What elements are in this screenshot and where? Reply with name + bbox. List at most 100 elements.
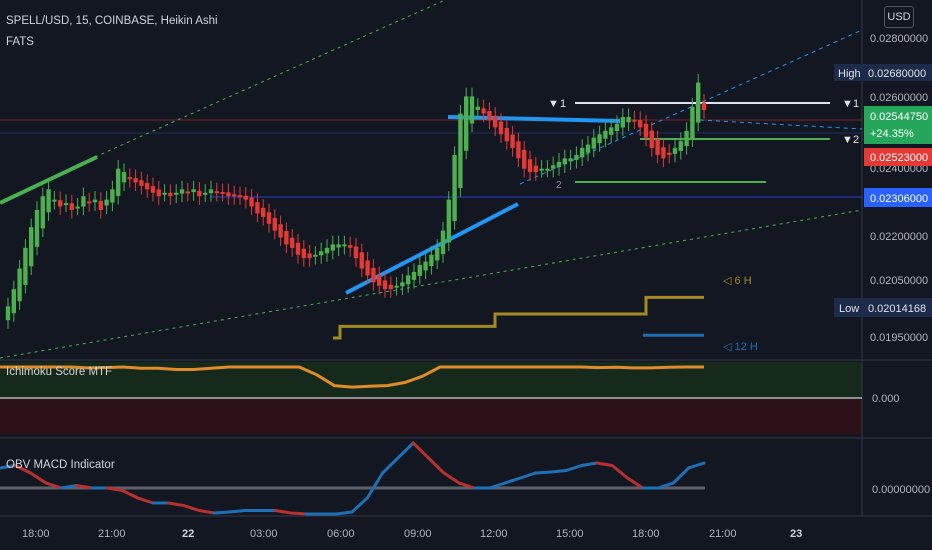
candle-body — [469, 96, 475, 124]
candle-body — [371, 267, 376, 283]
candle-body — [197, 190, 202, 197]
obv-macd-segment — [228, 509, 247, 514]
candle-body — [667, 152, 672, 155]
obv-macd-segment — [212, 510, 232, 515]
level-2-right-label: 2 — [853, 134, 859, 146]
candle-body — [150, 186, 156, 193]
candle-body — [417, 265, 422, 276]
candle-body — [510, 134, 515, 149]
candle-body — [243, 195, 248, 200]
candle-body — [406, 275, 411, 285]
price-tick: 0.02200000 — [870, 231, 928, 243]
time-tick-day: 23 — [790, 528, 802, 540]
symbol-title[interactable]: SPELL/USD, 15, COINBASE, Heikin Ashi — [6, 15, 218, 27]
ichimoku-pane-label[interactable]: Ichimoku Score MTF — [6, 366, 112, 378]
candle-body — [568, 158, 573, 162]
change-percent: +24.35% — [870, 128, 914, 140]
candle-body — [98, 200, 103, 210]
candle-body — [214, 191, 219, 194]
candle-body — [551, 165, 556, 169]
time-tick: 12:00 — [480, 528, 508, 540]
candle-body — [678, 141, 683, 151]
ichimoku-axis-value: 0.000 — [872, 393, 900, 405]
candle-body — [464, 96, 469, 151]
candle-body — [655, 139, 660, 155]
candle-body — [52, 199, 57, 202]
obv-macd-segment — [549, 469, 568, 474]
candle-body — [562, 158, 567, 165]
time-tick: 09:00 — [404, 528, 432, 540]
candle-body — [69, 203, 74, 210]
level-1-right-marker: ▼ — [842, 98, 853, 110]
candle-body — [672, 148, 678, 154]
candle-body — [481, 108, 486, 114]
candle-body — [116, 168, 121, 196]
price-tick: 0.02050000 — [870, 275, 928, 287]
obv-pane-label[interactable]: OBV MACD Indicator — [6, 459, 115, 471]
candle-body — [203, 192, 208, 195]
candle-body — [121, 172, 127, 183]
candle-body — [179, 189, 185, 194]
candle-body — [168, 192, 173, 197]
candle-body — [301, 248, 306, 259]
time-tick: 18:00 — [22, 528, 50, 540]
candle-body — [359, 252, 364, 269]
candle-body — [110, 189, 115, 203]
candle-body — [440, 230, 446, 255]
candle-body — [638, 120, 643, 128]
candle-body — [319, 251, 324, 256]
mtf-12h-text: 12 H — [735, 341, 758, 353]
candle-body — [226, 192, 231, 197]
mtf-12h-label: ◁ 12 H — [723, 341, 758, 353]
chart-canvas[interactable]: ▼ 1 ▼ 1 ▼ 2 2 ◁ 6 H ◁ 12 H 0.02800000 0.… — [0, 0, 932, 550]
candle-body — [475, 106, 480, 110]
low-value: 0.02014168 — [868, 303, 926, 315]
last-price-value: 0.02544750 — [870, 111, 928, 123]
currency-button[interactable]: USD — [884, 6, 914, 28]
candle-body — [614, 123, 620, 132]
candle-body — [313, 254, 318, 257]
candle-body — [585, 144, 591, 153]
candle-body — [661, 147, 666, 159]
candle-body — [400, 282, 405, 287]
candle-body — [174, 192, 179, 195]
candle-body — [156, 189, 161, 197]
candle-body — [556, 161, 562, 167]
candle-body — [266, 212, 272, 224]
candle-body — [382, 280, 388, 290]
candle-body — [533, 165, 538, 173]
candle-body — [643, 123, 649, 138]
candle-body — [220, 191, 225, 194]
candle-body — [411, 271, 417, 280]
candle-body — [330, 244, 335, 251]
obv-macd-segment — [335, 510, 354, 516]
candle-body — [307, 253, 312, 259]
high-label: High — [838, 68, 861, 80]
candle-body — [394, 285, 399, 288]
candle-body — [649, 130, 654, 149]
candle-body — [701, 102, 707, 111]
time-tick-day: 22 — [182, 528, 194, 540]
candle-body — [17, 268, 22, 302]
candle-body — [336, 244, 341, 248]
candle-body — [40, 196, 45, 229]
obv-macd-segment — [534, 470, 553, 475]
mtf-6h-label: ◁ 6 H — [723, 275, 752, 287]
red-level-value: 0.02523000 — [870, 152, 928, 164]
candle-body — [690, 106, 695, 139]
candle-body — [290, 237, 295, 248]
candle-body — [261, 207, 266, 217]
chart-background — [0, 0, 932, 550]
mtf-6h-text: 6 H — [735, 275, 752, 287]
candle-body — [133, 178, 138, 183]
candle-body — [58, 200, 63, 207]
candle-body — [429, 254, 434, 267]
candle-body — [145, 183, 150, 190]
obv-macd-segment — [289, 511, 308, 516]
candle-body — [452, 154, 457, 222]
level-2-right-marker: ▼ — [842, 134, 853, 146]
candle-body — [46, 189, 51, 213]
candle-body — [92, 199, 98, 203]
indicator-name[interactable]: FATS — [6, 36, 34, 48]
candle-body — [609, 127, 614, 135]
